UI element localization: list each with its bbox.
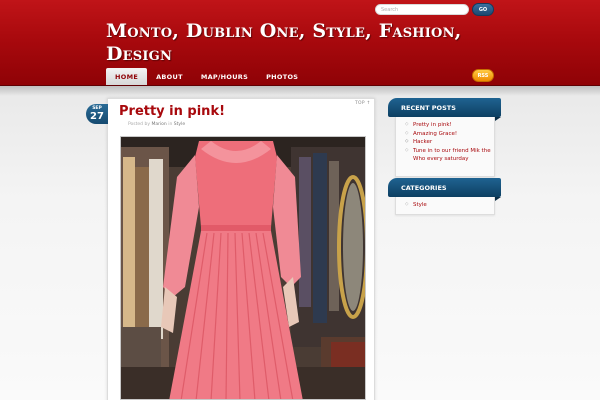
nav-item-home[interactable]: HOME (106, 68, 148, 85)
category-item[interactable]: Style (396, 201, 494, 210)
nav-item-about[interactable]: ABOUT (147, 68, 192, 85)
header-shadow (0, 86, 600, 96)
recent-posts-header: RECENT POSTS (388, 98, 501, 121)
categories-widget: Style (395, 197, 495, 215)
nav-item-photos[interactable]: PHOTOS (257, 68, 307, 85)
site-title[interactable]: Monto, Dublin One, Style, Fashion, Desig… (106, 20, 486, 66)
post-title[interactable]: Pretty in pink! (119, 104, 225, 119)
recent-post-item[interactable]: Tune in to our friend Mik the Who every … (396, 147, 494, 164)
post-date-badge: SEP 27 (86, 104, 108, 124)
recent-post-item[interactable]: Amazing Grace! (396, 130, 494, 139)
search-go-button[interactable]: GO (472, 3, 494, 16)
post-category-link[interactable]: Style (174, 122, 185, 127)
post-meta-in: in (168, 122, 173, 127)
recent-posts-list: Pretty in pink! Amazing Grace! Hacker Tu… (396, 121, 494, 164)
search-input[interactable] (375, 4, 469, 15)
rss-button[interactable]: RSS (472, 69, 494, 82)
post-author-link[interactable]: Marion (151, 122, 166, 127)
top-link[interactable]: TOP ↑ (355, 101, 371, 106)
categories-header: CATEGORIES (388, 178, 501, 201)
post-photo[interactable] (120, 136, 366, 400)
post-meta-prefix: Posted by (128, 122, 150, 127)
recent-posts-widget: Pretty in pink! Amazing Grace! Hacker Tu… (395, 117, 495, 177)
dress-photo-image (121, 137, 365, 399)
recent-post-item[interactable]: Hacker (396, 138, 494, 147)
recent-post-item[interactable]: Pretty in pink! (396, 121, 494, 130)
post-meta: Posted by Marion in Style (128, 122, 185, 127)
nav-item-map-hours[interactable]: MAP/HOURS (192, 68, 257, 85)
post-date-day: 27 (90, 111, 104, 122)
main-nav: HOME ABOUT MAP/HOURS PHOTOS (106, 68, 307, 85)
categories-list: Style (396, 201, 494, 210)
